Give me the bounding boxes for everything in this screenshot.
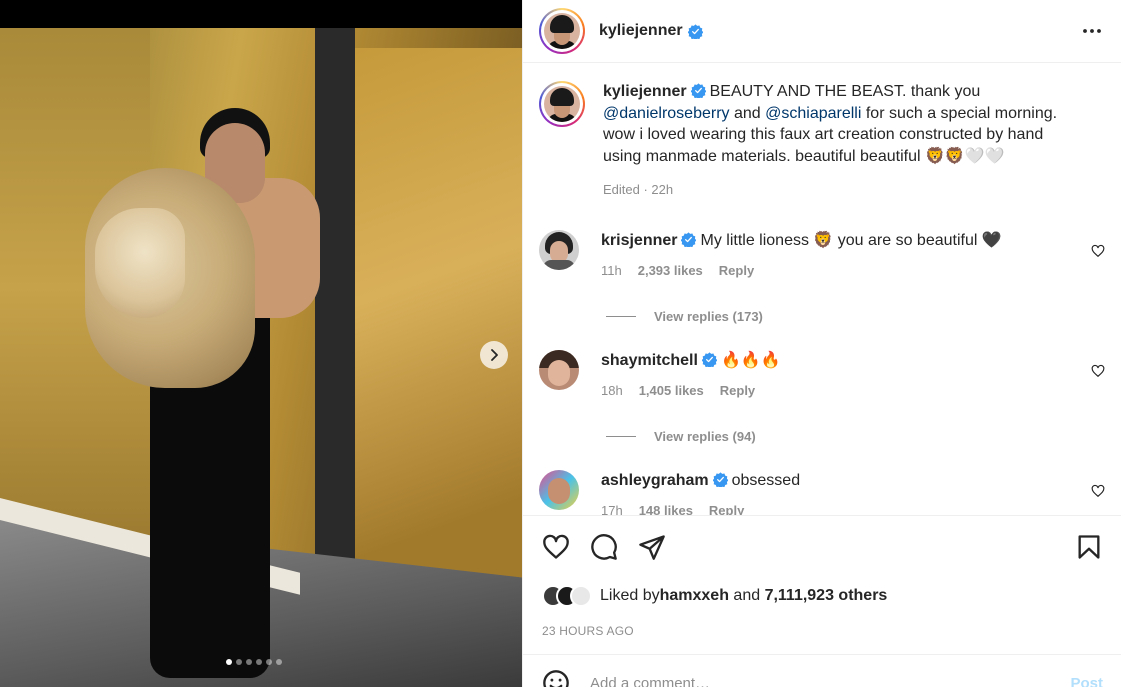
comment-item: ashleygraham obsessed 17h 148 likes Reply: [539, 469, 1105, 515]
comment-time[interactable]: 17h: [601, 500, 623, 515]
post-comment-button[interactable]: Post: [1070, 675, 1103, 687]
carousel-dot: [266, 659, 272, 665]
comment-time[interactable]: 11h: [601, 260, 622, 282]
comment-text: My little lioness 🦁 you are so beautiful…: [700, 231, 1002, 249]
liker-avatar: [570, 585, 592, 607]
likes-summary: Liked by hamxxeh and 7,111,923 others: [542, 585, 1103, 607]
post-actions: Liked by hamxxeh and 7,111,923 others 23…: [523, 515, 1121, 638]
commenter-avatar[interactable]: [539, 469, 579, 510]
caption-text: BEAUTY AND THE BEAST. thank you: [709, 83, 981, 100]
post-caption: kyliejenner BEAUTY AND THE BEAST. thank y…: [539, 81, 1105, 201]
comment-text: 🔥🔥🔥: [720, 351, 781, 369]
comment-like-icon[interactable]: [1091, 364, 1105, 378]
comment-likes[interactable]: 1,405 likes: [639, 380, 704, 402]
reply-button[interactable]: Reply: [719, 260, 754, 282]
verified-badge-icon: [690, 83, 706, 98]
caption-username[interactable]: kyliejenner: [603, 83, 687, 100]
verified-badge-icon: [687, 23, 703, 39]
more-horizontal-icon: [1083, 29, 1101, 33]
add-comment-bar: Post: [523, 654, 1121, 687]
comment-text: obsessed: [731, 471, 801, 489]
view-replies-button[interactable]: View replies (94): [606, 429, 1105, 444]
comment-username[interactable]: krisjenner: [601, 232, 677, 249]
comment-icon[interactable]: [590, 533, 618, 561]
post-header: kyliejenner: [523, 0, 1121, 63]
post-media: [0, 0, 522, 687]
carousel-dot: [246, 659, 252, 665]
bookmark-icon[interactable]: [1075, 533, 1103, 561]
comment-item: krisjenner My little lioness 🦁 you are so…: [539, 229, 1105, 282]
caption-text: and: [729, 104, 766, 122]
liked-by-and: and: [728, 587, 765, 604]
view-replies-label: View replies (173): [654, 308, 763, 324]
carousel-dot: [256, 659, 262, 665]
carousel-dot: [276, 659, 282, 665]
reply-button[interactable]: Reply: [709, 500, 744, 515]
comment-likes[interactable]: 148 likes: [639, 500, 693, 515]
comments-list[interactable]: kyliejenner BEAUTY AND THE BEAST. thank y…: [523, 63, 1121, 515]
comment-like-icon[interactable]: [1091, 484, 1105, 498]
post-photo[interactable]: [0, 28, 522, 687]
commenter-avatar[interactable]: [539, 349, 579, 390]
carousel-next-button[interactable]: [480, 341, 508, 369]
chevron-right-icon: [491, 349, 498, 361]
caption-author-avatar[interactable]: [539, 81, 585, 127]
verified-badge-icon: [681, 231, 697, 247]
post-timestamp[interactable]: 23 HOURS AGO: [542, 624, 1103, 638]
comment-input[interactable]: [590, 674, 1010, 687]
liked-by-user[interactable]: hamxxeh: [660, 587, 729, 605]
comment-username[interactable]: shaymitchell: [601, 352, 698, 369]
liked-by-prefix: Liked by: [600, 587, 660, 604]
author-username[interactable]: kyliejenner: [599, 22, 683, 40]
paper-plane-icon[interactable]: [638, 533, 666, 561]
more-options-button[interactable]: [1079, 18, 1105, 44]
carousel-indicator: [226, 659, 282, 665]
mention-link[interactable]: @danielroseberry: [603, 105, 730, 122]
view-replies-label: View replies (94): [654, 428, 756, 444]
caption-edited-time[interactable]: Edited · 22h: [603, 179, 673, 201]
carousel-dot: [236, 659, 242, 665]
liker-avatars[interactable]: [542, 585, 592, 607]
author-avatar[interactable]: [539, 8, 585, 54]
comment-time[interactable]: 18h: [601, 380, 623, 402]
comment-like-icon[interactable]: [1091, 244, 1105, 258]
carousel-dot: [226, 659, 232, 665]
post-sidebar: kyliejenner kyliejenner BEAUTY AND THE B…: [522, 0, 1121, 687]
verified-badge-icon: [701, 351, 717, 367]
heart-icon[interactable]: [542, 533, 570, 561]
comment-username[interactable]: ashleygraham: [601, 472, 709, 489]
likes-count[interactable]: 7,111,923 others: [765, 587, 888, 605]
comment-item: shaymitchell 🔥🔥🔥 18h 1,405 likes Reply: [539, 349, 1105, 402]
verified-badge-icon: [712, 471, 728, 487]
smiley-icon[interactable]: [542, 669, 570, 687]
commenter-avatar[interactable]: [539, 229, 579, 270]
comment-likes[interactable]: 2,393 likes: [638, 260, 703, 282]
mention-link[interactable]: @schiaparelli: [765, 105, 861, 122]
view-replies-button[interactable]: View replies (173): [606, 309, 1105, 324]
reply-button[interactable]: Reply: [720, 380, 755, 402]
